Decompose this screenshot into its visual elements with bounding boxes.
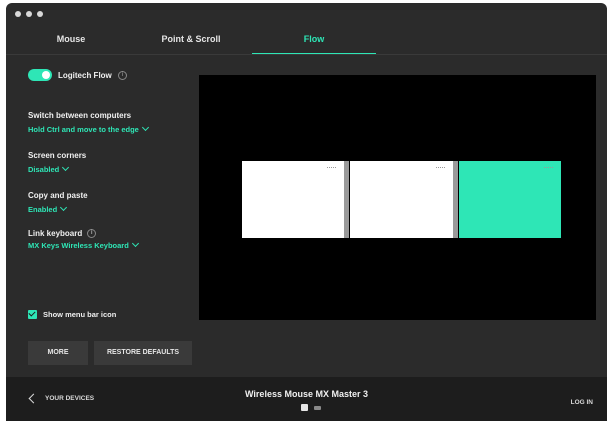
flow-preview: [199, 75, 596, 320]
flow-label: Logitech Flow: [58, 70, 112, 80]
link-keyboard-setting: Link keyboard i MX Keys Wireless Keyboar…: [28, 227, 139, 251]
more-icon[interactable]: [327, 167, 336, 169]
tab-divider: [6, 54, 607, 55]
chevron-down-icon: [62, 163, 70, 172]
screen-corners-title: Screen corners: [28, 151, 87, 160]
device-switcher: [301, 404, 321, 411]
copy-paste-setting: Copy and paste Enabled: [28, 191, 88, 215]
switch-computers-value: Hold Ctrl and move to the edge: [28, 124, 139, 134]
link-keyboard-title-row: Link keyboard i: [28, 227, 138, 239]
tab-flow[interactable]: Flow: [252, 29, 376, 55]
screen-corners-setting: Screen corners Disabled: [28, 151, 86, 175]
restore-defaults-button[interactable]: RESTORE DEFAULTS: [94, 341, 192, 365]
zoom-dot[interactable]: [37, 11, 43, 17]
switch-computers-setting: Switch between computers Hold Ctrl and m…: [28, 111, 149, 135]
copy-paste-dropdown[interactable]: Enabled: [28, 203, 88, 215]
copy-paste-value: Enabled: [28, 204, 58, 214]
menu-bar-icon-row: Show menu bar icon: [28, 310, 116, 319]
computer-screen-3-active[interactable]: [459, 161, 561, 238]
link-keyboard-title: Link keyboard: [28, 228, 83, 238]
mouse-icon[interactable]: [301, 404, 308, 411]
computer-screen-2[interactable]: [350, 161, 453, 238]
info-icon[interactable]: i: [117, 70, 127, 80]
tab-point-scroll[interactable]: Point & Scroll: [141, 29, 241, 55]
window-controls[interactable]: [15, 11, 43, 17]
link-keyboard-dropdown[interactable]: MX Keys Wireless Keyboard: [28, 239, 139, 251]
tab-mouse[interactable]: Mouse: [36, 29, 106, 55]
computer-screen-1[interactable]: [242, 161, 344, 238]
info-icon[interactable]: i: [87, 228, 97, 238]
switch-computers-dropdown[interactable]: Hold Ctrl and move to the edge: [28, 123, 149, 135]
chevron-down-icon: [60, 203, 68, 212]
footer-bar: YOUR DEVICES Wireless Mouse MX Master 3 …: [6, 377, 607, 421]
screen-corners-value: Disabled: [28, 164, 60, 174]
copy-paste-title: Copy and paste: [28, 191, 88, 200]
device-name: Wireless Mouse MX Master 3: [245, 389, 368, 399]
chevron-down-icon: [131, 239, 139, 248]
menu-bar-icon-label: Show menu bar icon: [43, 310, 117, 319]
more-icon[interactable]: [436, 167, 445, 169]
login-button[interactable]: LOG IN: [571, 399, 593, 406]
tab-bar: Mouse Point & Scroll Flow: [6, 29, 607, 55]
screen-corners-dropdown[interactable]: Disabled: [28, 163, 86, 175]
menu-bar-icon-checkbox[interactable]: [28, 310, 37, 319]
screen-edge-1: [344, 161, 349, 238]
keyboard-icon[interactable]: [314, 405, 321, 410]
chevron-down-icon: [141, 123, 149, 132]
more-icon[interactable]: [544, 167, 553, 169]
screen-edge-2: [453, 161, 458, 238]
flow-toggle-row: Logitech Flow i: [28, 67, 198, 83]
close-dot[interactable]: [15, 11, 21, 17]
flow-settings-panel: Logitech Flow i Switch between computers…: [28, 67, 198, 250]
switch-computers-title: Switch between computers: [28, 111, 132, 120]
flow-toggle[interactable]: [28, 69, 52, 81]
link-keyboard-value: MX Keys Wireless Keyboard: [28, 240, 129, 250]
minimize-dot[interactable]: [26, 11, 32, 17]
more-button[interactable]: MORE: [28, 341, 88, 365]
app-window: Mouse Point & Scroll Flow Logitech Flow …: [6, 3, 607, 421]
